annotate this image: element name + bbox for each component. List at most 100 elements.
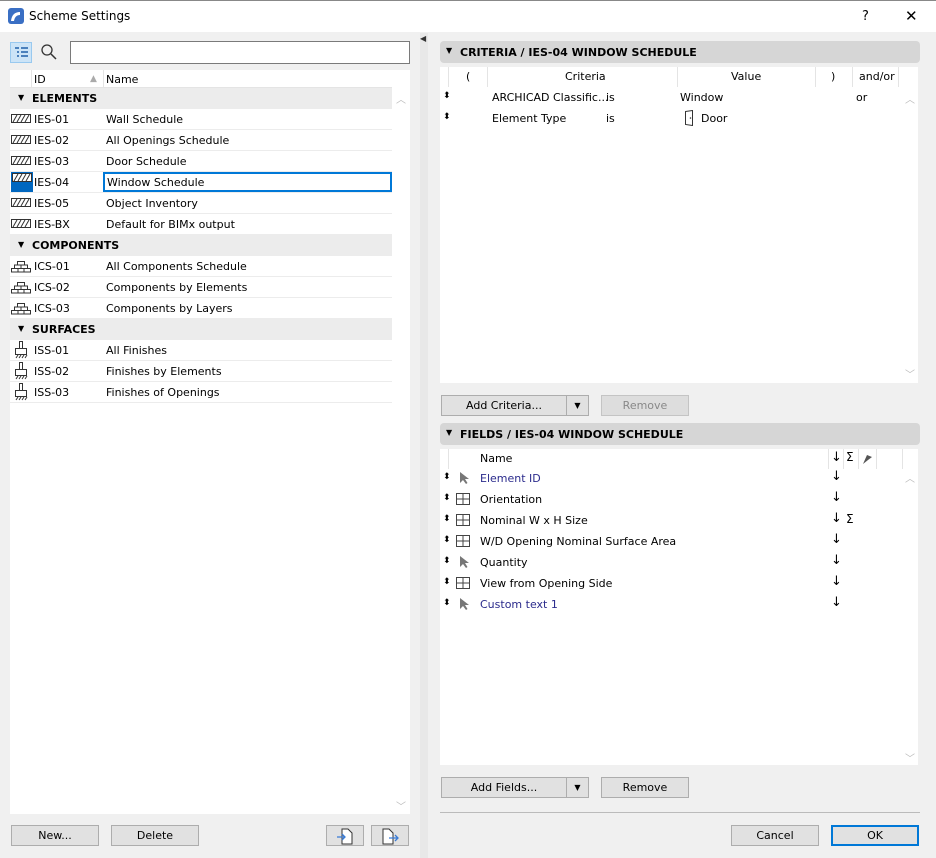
import-button[interactable] [326,825,364,846]
scroll-down-arrow[interactable]: ﹀ [396,798,406,813]
sort-arrow-icon[interactable]: ↓ [831,574,842,589]
scheme-id: IES-02 [34,134,70,147]
field-row[interactable]: ⬍ Custom text 1 ↓ [440,594,900,615]
drag-handle-icon[interactable]: ⬍ [443,493,451,503]
group-components[interactable]: ▼ COMPONENTS [10,235,392,256]
expand-triangle-icon[interactable]: ▼ [18,240,24,249]
scheme-row[interactable]: IES-03 Door Schedule [10,151,392,172]
criteria-value[interactable]: Door [701,112,727,125]
new-button[interactable]: New... [11,825,99,846]
criteria-name[interactable]: Element Type [492,112,566,125]
add-criteria-dropdown[interactable]: ▼ [566,396,588,415]
criteria-row[interactable]: ⬍ ARCHICAD Classific... is Window or [440,87,900,108]
sort-arrow-icon[interactable]: ↓ [831,469,842,484]
list-header: ID ▲ Name [10,70,392,88]
export-button[interactable] [371,825,409,846]
field-row[interactable]: ⬍ Orientation ↓ [440,489,900,510]
field-name: Orientation [480,493,543,506]
criteria-value[interactable]: Window [680,91,723,104]
remove-criteria-button[interactable]: Remove [601,395,689,416]
scheme-row[interactable]: ICS-02 Components by Elements [10,277,392,298]
drag-handle-icon[interactable]: ⬍ [443,598,451,608]
help-button[interactable]: ? [862,9,869,24]
drag-handle-icon[interactable]: ⬍ [443,535,451,545]
field-row[interactable]: ⬍ W/D Opening Nominal Surface Area ↓ [440,531,900,552]
tree-view-toggle[interactable] [10,42,32,63]
expand-triangle-icon[interactable]: ▼ [18,93,24,102]
title-bar: Scheme Settings ? ✕ [0,0,936,32]
scheme-row[interactable]: ISS-02 Finishes by Elements [10,361,392,382]
scheme-name: Finishes of Openings [106,386,220,399]
add-fields-dropdown[interactable]: ▼ [566,778,588,797]
field-row[interactable]: ⬍ Quantity ↓ [440,552,900,573]
column-open-paren: ( [466,70,471,83]
field-name: Quantity [480,556,528,569]
sort-arrow-icon[interactable]: ↓ [831,532,842,547]
search-icon[interactable] [40,43,58,61]
criteria-section-header[interactable]: ▼ CRITERIA / IES-04 WINDOW SCHEDULE [440,41,920,63]
scheme-row[interactable]: IES-05 Object Inventory [10,193,392,214]
group-label: SURFACES [32,323,96,336]
fields-scroll-up[interactable]: ︿ [905,470,915,485]
column-id[interactable]: ID [34,73,46,86]
expand-triangle-icon[interactable]: ▼ [18,324,24,333]
field-name: View from Opening Side [480,577,613,590]
field-row[interactable]: ⬍ View from Opening Side ↓ [440,573,900,594]
panel-splitter[interactable] [420,33,428,858]
criteria-scroll-up[interactable]: ︿ [905,91,915,106]
scheme-row[interactable]: IES-02 All Openings Schedule [10,130,392,151]
paintbrush-icon [11,383,31,404]
scroll-up-arrow[interactable]: ︿ [396,91,406,106]
drag-handle-icon[interactable]: ⬍ [443,472,451,482]
fields-section-header[interactable]: ▼ FIELDS / IES-04 WINDOW SCHEDULE [440,423,920,445]
criteria-operator[interactable]: is [606,91,615,104]
criteria-name[interactable]: ARCHICAD Classific... [492,91,608,104]
drag-handle-icon[interactable]: ⬍ [443,556,451,566]
criteria-operator[interactable]: is [606,112,615,125]
remove-fields-button[interactable]: Remove [601,777,689,798]
cancel-button[interactable]: Cancel [731,825,819,846]
group-elements[interactable]: ▼ ELEMENTS [10,88,392,109]
scheme-id: IES-03 [34,155,70,168]
group-label: ELEMENTS [32,92,98,105]
scheme-row[interactable]: IES-BX Default for BIMx output [10,214,392,235]
scheme-row[interactable]: ISS-03 Finishes of Openings [10,382,392,403]
sort-arrow-icon[interactable]: ↓ [831,490,842,505]
column-sum: Σ [846,450,854,464]
criteria-scroll-down[interactable]: ﹀ [905,366,915,381]
scheme-row[interactable]: ICS-01 All Components Schedule [10,256,392,277]
column-name[interactable]: Name [106,73,138,86]
collapse-triangle-icon: ▼ [446,46,453,55]
group-surfaces[interactable]: ▼ SURFACES [10,319,392,340]
drag-handle-icon[interactable]: ⬍ [443,577,451,587]
fields-scroll-down[interactable]: ﹀ [905,750,915,765]
sort-arrow-icon[interactable]: ↓ [831,553,842,568]
field-row[interactable]: ⬍ Element ID ↓ [440,468,900,489]
scheme-row[interactable]: IES-04 Window Schedule [10,172,392,193]
close-button[interactable]: ✕ [905,7,918,25]
sort-arrow-icon[interactable]: ↓ [831,511,842,526]
drag-handle-icon[interactable]: ⬍ [443,514,451,524]
drag-handle-icon[interactable]: ⬍ [443,112,451,122]
criteria-row[interactable]: ⬍ Element Type is Door [440,108,900,129]
sort-arrow-icon[interactable]: ↓ [831,595,842,610]
scheme-row[interactable]: IES-01 Wall Schedule [10,109,392,130]
add-fields-button[interactable]: Add Fields... ▼ [441,777,589,798]
sum-icon[interactable]: Σ [846,512,854,526]
ok-button[interactable]: OK [831,825,919,846]
import-file-icon [337,828,353,844]
wall-hatch-icon [11,114,31,127]
search-input[interactable] [70,41,410,64]
column-and-or: and/or [859,70,895,83]
criteria-and-or[interactable]: or [856,91,867,104]
add-criteria-button[interactable]: Add Criteria... ▼ [441,395,589,416]
scheme-row[interactable]: ISS-01 All Finishes [10,340,392,361]
collapse-left-arrow[interactable]: ◀ [420,34,426,43]
door-icon [684,109,694,129]
column-sort: ↓ [831,450,842,465]
field-row[interactable]: ⬍ Nominal W x H Size ↓ Σ [440,510,900,531]
sort-ascending-icon: ▲ [90,74,97,84]
delete-button[interactable]: Delete [111,825,199,846]
drag-handle-icon[interactable]: ⬍ [443,91,451,101]
scheme-row[interactable]: ICS-03 Components by Layers [10,298,392,319]
